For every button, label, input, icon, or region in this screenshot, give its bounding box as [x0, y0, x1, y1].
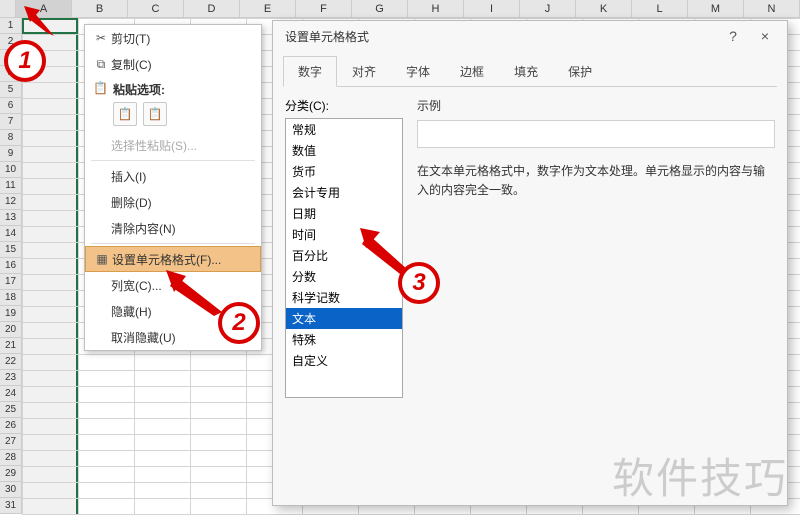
row-header-10[interactable]: 10	[0, 162, 22, 178]
dialog-tabs: 数字对齐字体边框填充保护	[283, 55, 777, 87]
column-header-B[interactable]: B	[72, 0, 128, 17]
tab-数字[interactable]: 数字	[283, 56, 337, 87]
row-header-29[interactable]: 29	[0, 466, 22, 482]
menu-cut[interactable]: ✂ 剪切(T)	[85, 25, 261, 51]
row-header-24[interactable]: 24	[0, 386, 22, 402]
menu-separator	[91, 160, 255, 161]
dialog-help-button[interactable]: ?	[717, 28, 749, 44]
column-header-N[interactable]: N	[744, 0, 800, 17]
row-header-5[interactable]: 5	[0, 82, 22, 98]
column-header-J[interactable]: J	[520, 0, 576, 17]
column-header-E[interactable]: E	[240, 0, 296, 17]
row-header-26[interactable]: 26	[0, 418, 22, 434]
category-item[interactable]: 文本	[286, 308, 402, 329]
column-header-L[interactable]: L	[632, 0, 688, 17]
menu-clear[interactable]: 清除内容(N)	[85, 215, 261, 241]
column-header-M[interactable]: M	[688, 0, 744, 17]
menu-cut-label: 剪切(T)	[111, 30, 253, 47]
sample-box	[417, 120, 775, 148]
menu-paste-special-label: 选择性粘贴(S)...	[111, 137, 253, 154]
row-header-8[interactable]: 8	[0, 130, 22, 146]
callout-2: 2	[218, 302, 260, 344]
menu-delete-label: 删除(D)	[111, 194, 253, 211]
menu-separator	[91, 243, 255, 244]
select-all-corner[interactable]	[0, 0, 16, 17]
clipboard-icon: 📋	[93, 81, 108, 95]
category-item[interactable]: 自定义	[286, 350, 402, 371]
column-header-F[interactable]: F	[296, 0, 352, 17]
row-header-28[interactable]: 28	[0, 450, 22, 466]
column-header-C[interactable]: C	[128, 0, 184, 17]
column-header-I[interactable]: I	[464, 0, 520, 17]
tab-对齐[interactable]: 对齐	[337, 56, 391, 87]
row-header-20[interactable]: 20	[0, 322, 22, 338]
column-headers-row: ABCDEFGHIJKLMN	[0, 0, 800, 18]
category-item[interactable]: 日期	[286, 203, 402, 224]
row-header-31[interactable]: 31	[0, 498, 22, 514]
column-header-K[interactable]: K	[576, 0, 632, 17]
row-header-27[interactable]: 27	[0, 434, 22, 450]
row-header-22[interactable]: 22	[0, 354, 22, 370]
copy-icon: ⧉	[91, 57, 111, 72]
paste-options-icons: 📋 📋	[85, 100, 261, 132]
row-header-30[interactable]: 30	[0, 482, 22, 498]
callout-1: 1	[4, 40, 46, 82]
scissors-icon: ✂	[91, 31, 111, 45]
row-header-1[interactable]: 1	[0, 18, 22, 34]
row-header-25[interactable]: 25	[0, 402, 22, 418]
row-header-16[interactable]: 16	[0, 258, 22, 274]
menu-copy[interactable]: ⧉ 复制(C)	[85, 51, 261, 77]
category-item[interactable]: 会计专用	[286, 182, 402, 203]
category-item[interactable]: 科学记数	[286, 287, 402, 308]
menu-format-cells-label: 设置单元格格式(F)...	[112, 251, 252, 268]
row-header-9[interactable]: 9	[0, 146, 22, 162]
sample-label: 示例	[417, 97, 775, 114]
row-header-14[interactable]: 14	[0, 226, 22, 242]
row-header-23[interactable]: 23	[0, 370, 22, 386]
paste-options-header: 📋 粘贴选项:	[85, 77, 261, 100]
callout-3: 3	[398, 262, 440, 304]
tab-填充[interactable]: 填充	[499, 56, 553, 87]
format-cells-icon: ▦	[92, 252, 112, 266]
row-header-12[interactable]: 12	[0, 194, 22, 210]
paste-options-label: 粘贴选项:	[113, 83, 165, 97]
column-header-H[interactable]: H	[408, 0, 464, 17]
tab-边框[interactable]: 边框	[445, 56, 499, 87]
row-header-11[interactable]: 11	[0, 178, 22, 194]
dialog-titlebar: 设置单元格格式 ? ×	[273, 21, 787, 51]
paste-option-2[interactable]: 📋	[143, 102, 167, 126]
menu-delete[interactable]: 删除(D)	[85, 189, 261, 215]
row-header-13[interactable]: 13	[0, 210, 22, 226]
menu-format-cells[interactable]: ▦ 设置单元格格式(F)...	[85, 246, 261, 272]
column-header-G[interactable]: G	[352, 0, 408, 17]
format-cells-dialog: 设置单元格格式 ? × 数字对齐字体边框填充保护 分类(C): 常规数值货币会计…	[272, 20, 788, 506]
category-label: 分类(C):	[285, 97, 403, 114]
menu-copy-label: 复制(C)	[111, 56, 253, 73]
menu-paste-special[interactable]: 选择性粘贴(S)...	[85, 132, 261, 158]
category-item[interactable]: 特殊	[286, 329, 402, 350]
category-item[interactable]: 数值	[286, 140, 402, 161]
column-header-D[interactable]: D	[184, 0, 240, 17]
menu-insert[interactable]: 插入(I)	[85, 163, 261, 189]
format-description: 在文本单元格格式中，数字作为文本处理。单元格显示的内容与输入的内容完全一致。	[417, 162, 775, 200]
category-item[interactable]: 货币	[286, 161, 402, 182]
row-header-19[interactable]: 19	[0, 306, 22, 322]
row-header-7[interactable]: 7	[0, 114, 22, 130]
menu-insert-label: 插入(I)	[111, 168, 253, 185]
dialog-close-button[interactable]: ×	[749, 28, 781, 44]
paste-option-1[interactable]: 📋	[113, 102, 137, 126]
row-headers: 1234567891011121314151617181920212223242…	[0, 18, 22, 514]
selected-column-highlight	[22, 18, 78, 514]
row-header-15[interactable]: 15	[0, 242, 22, 258]
category-item[interactable]: 常规	[286, 119, 402, 140]
dialog-title: 设置单元格格式	[285, 28, 717, 45]
row-header-17[interactable]: 17	[0, 274, 22, 290]
menu-clear-label: 清除内容(N)	[111, 220, 253, 237]
tab-字体[interactable]: 字体	[391, 56, 445, 87]
row-header-18[interactable]: 18	[0, 290, 22, 306]
tab-保护[interactable]: 保护	[553, 56, 607, 87]
row-header-21[interactable]: 21	[0, 338, 22, 354]
row-header-6[interactable]: 6	[0, 98, 22, 114]
